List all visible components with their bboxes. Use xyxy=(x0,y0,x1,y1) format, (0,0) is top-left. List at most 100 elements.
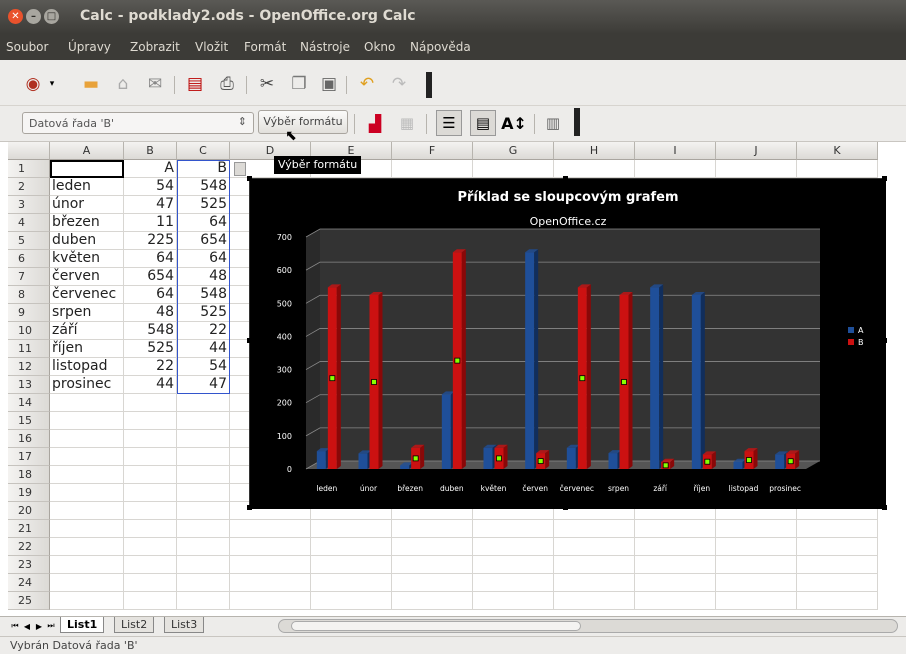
row-header[interactable]: 16 xyxy=(8,430,50,448)
grid-cell[interactable] xyxy=(124,592,177,610)
value-b-cell[interactable]: 64 xyxy=(177,214,230,232)
open-folder-icon[interactable]: ▬ xyxy=(80,73,102,95)
chart-resize-handle[interactable] xyxy=(247,338,252,343)
month-cell[interactable]: květen xyxy=(50,250,124,268)
row-header[interactable]: 9 xyxy=(8,304,50,322)
month-cell[interactable]: červenec xyxy=(50,286,124,304)
month-cell[interactable]: únor xyxy=(50,196,124,214)
grid-cell[interactable] xyxy=(473,574,554,592)
grid-cell[interactable] xyxy=(230,538,311,556)
grid-cell[interactable] xyxy=(230,574,311,592)
row-header[interactable]: 15 xyxy=(8,412,50,430)
row-header[interactable]: 18 xyxy=(8,466,50,484)
grid-cell[interactable] xyxy=(50,574,124,592)
column-header[interactable]: B xyxy=(124,142,177,160)
paste-icon[interactable]: ▣ xyxy=(318,73,340,95)
grid-cell[interactable] xyxy=(554,538,635,556)
month-cell[interactable]: červen xyxy=(50,268,124,286)
chart-resize-handle[interactable] xyxy=(882,505,887,510)
grid-cell[interactable] xyxy=(392,538,473,556)
chart-object[interactable]: Příklad se sloupcovým grafem OpenOffice.c… xyxy=(249,178,886,509)
grid-cell[interactable] xyxy=(554,592,635,610)
column-header[interactable]: I xyxy=(635,142,716,160)
menu-zobrazit[interactable]: Zobrazit xyxy=(130,40,180,54)
grid-cell[interactable] xyxy=(177,466,230,484)
grid-cell[interactable] xyxy=(554,574,635,592)
grid-cell[interactable] xyxy=(797,160,878,178)
value-a-cell[interactable]: 654 xyxy=(124,268,177,286)
scrollbar-thumb[interactable] xyxy=(291,621,581,631)
grid-cell[interactable] xyxy=(392,592,473,610)
grid-cell[interactable] xyxy=(554,520,635,538)
cell-c1[interactable]: B xyxy=(177,160,230,178)
grid-cell[interactable] xyxy=(716,556,797,574)
value-b-cell[interactable]: 64 xyxy=(177,250,230,268)
row-header[interactable]: 22 xyxy=(8,538,50,556)
grid-cell[interactable] xyxy=(635,160,716,178)
corner-cell[interactable] xyxy=(8,142,50,160)
grid-cell[interactable] xyxy=(230,592,311,610)
grid-cell[interactable] xyxy=(797,592,878,610)
row-header[interactable]: 19 xyxy=(8,484,50,502)
undo-icon[interactable]: ↶ xyxy=(356,73,378,95)
new-document-icon[interactable]: ◉ xyxy=(22,73,44,95)
month-cell[interactable]: říjen xyxy=(50,340,124,358)
grid-cell[interactable] xyxy=(50,556,124,574)
grid-cell[interactable] xyxy=(50,592,124,610)
grid-cell[interactable] xyxy=(311,574,392,592)
grid-cell[interactable] xyxy=(392,574,473,592)
grid-cell[interactable] xyxy=(124,556,177,574)
grid-cell[interactable] xyxy=(177,412,230,430)
first-sheet-icon[interactable]: ⏮ xyxy=(10,619,20,633)
month-cell[interactable]: leden xyxy=(50,178,124,196)
grid-cell[interactable] xyxy=(50,394,124,412)
value-a-cell[interactable]: 22 xyxy=(124,358,177,376)
grid-cell[interactable] xyxy=(716,160,797,178)
row-header[interactable]: 17 xyxy=(8,448,50,466)
cut-icon[interactable]: ✂ xyxy=(256,73,278,95)
column-header[interactable]: F xyxy=(392,142,473,160)
row-header[interactable]: 24 xyxy=(8,574,50,592)
grid-cell[interactable] xyxy=(177,394,230,412)
row-header[interactable]: 1 xyxy=(8,160,50,178)
grid-cell[interactable] xyxy=(177,556,230,574)
grid-cell[interactable] xyxy=(473,160,554,178)
grid-cell[interactable] xyxy=(392,160,473,178)
prev-sheet-icon[interactable]: ◀ xyxy=(22,619,32,633)
grid-cell[interactable] xyxy=(124,394,177,412)
grid-cell[interactable] xyxy=(50,484,124,502)
email-icon[interactable]: ✉ xyxy=(144,73,166,95)
next-sheet-icon[interactable]: ▶ xyxy=(34,619,44,633)
value-a-cell[interactable]: 525 xyxy=(124,340,177,358)
copy-icon[interactable]: ❐ xyxy=(288,73,310,95)
month-cell[interactable]: září xyxy=(50,322,124,340)
sheet-tab-list1[interactable]: List1 xyxy=(60,617,105,633)
chart-type-icon[interactable]: ▟ xyxy=(364,112,386,134)
chart-resize-handle[interactable] xyxy=(247,505,252,510)
grid-cell[interactable] xyxy=(311,538,392,556)
month-cell[interactable]: listopad xyxy=(50,358,124,376)
value-a-cell[interactable]: 44 xyxy=(124,376,177,394)
value-a-cell[interactable]: 54 xyxy=(124,178,177,196)
column-header[interactable]: A xyxy=(50,142,124,160)
grid-cell[interactable] xyxy=(797,556,878,574)
legend-toggle-icon[interactable]: ▤ xyxy=(470,110,496,136)
maximize-window-icon[interactable]: □ xyxy=(44,9,59,24)
grid-cell[interactable] xyxy=(124,502,177,520)
row-header[interactable]: 25 xyxy=(8,592,50,610)
value-a-cell[interactable]: 11 xyxy=(124,214,177,232)
grid-cell[interactable] xyxy=(50,412,124,430)
row-header[interactable]: 6 xyxy=(8,250,50,268)
value-b-cell[interactable]: 48 xyxy=(177,268,230,286)
value-b-cell[interactable]: 47 xyxy=(177,376,230,394)
grid-cell[interactable] xyxy=(635,592,716,610)
month-cell[interactable]: srpen xyxy=(50,304,124,322)
value-b-cell[interactable]: 548 xyxy=(177,178,230,196)
grid-cell[interactable] xyxy=(177,574,230,592)
sheet-tab-list3[interactable]: List3 xyxy=(164,617,205,633)
grid-cell[interactable] xyxy=(124,520,177,538)
grid-cell[interactable] xyxy=(177,484,230,502)
column-header[interactable]: G xyxy=(473,142,554,160)
row-header[interactable]: 2 xyxy=(8,178,50,196)
value-b-cell[interactable]: 54 xyxy=(177,358,230,376)
